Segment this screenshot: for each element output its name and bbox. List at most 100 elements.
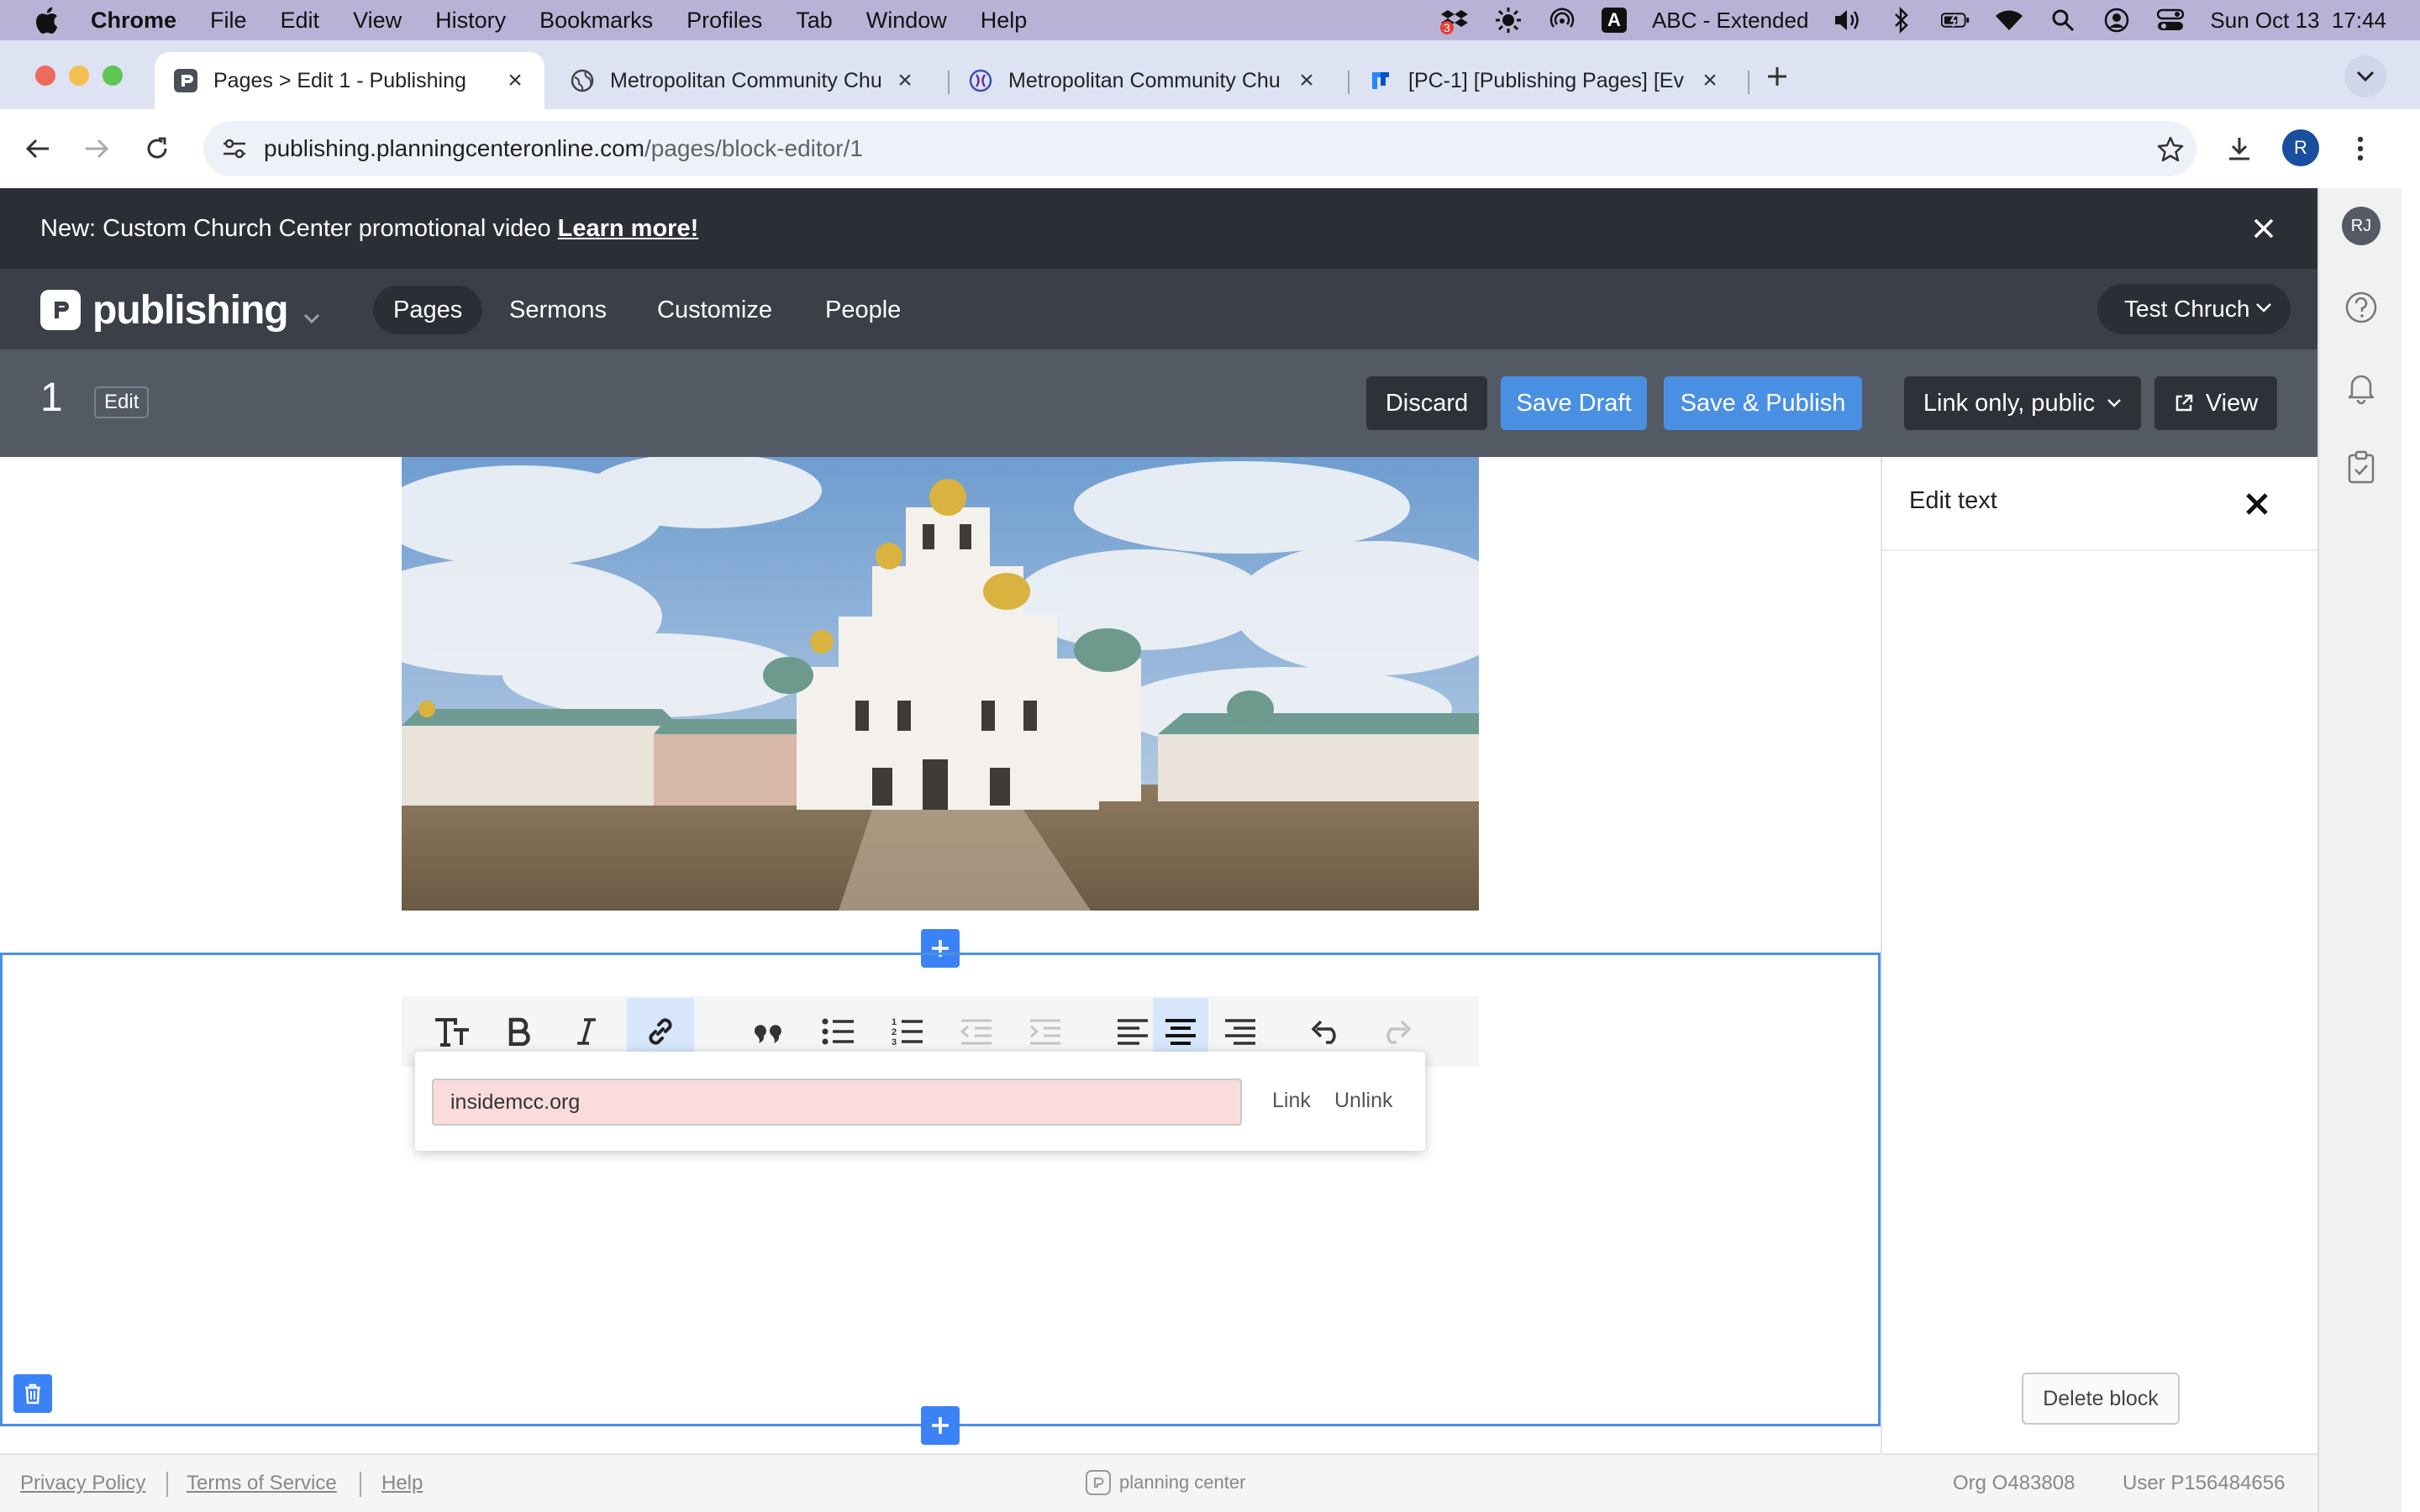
- window-zoom-button[interactable]: [103, 66, 123, 86]
- nav-tab-pages[interactable]: Pages: [373, 286, 483, 334]
- notifications-bell-icon[interactable]: [2343, 370, 2380, 407]
- view-page-button[interactable]: View: [2154, 376, 2277, 430]
- wifi-icon[interactable]: [1995, 6, 2023, 34]
- announcement-banner: New: Custom Church Center promotional vi…: [0, 188, 2317, 269]
- planning-center-wordmark: planning center: [1119, 1472, 1246, 1493]
- visibility-chevron-down-icon: [2107, 399, 2121, 407]
- tab-title: Metropolitan Community Chu: [1008, 68, 1281, 92]
- apple-icon[interactable]: [34, 6, 62, 34]
- control-center-icon[interactable]: [2156, 6, 2185, 34]
- browser-toolbar: publishing.planningcenteronline.com/page…: [0, 109, 2420, 188]
- terms-of-service-link[interactable]: Terms of Service: [187, 1472, 337, 1495]
- menu-tab[interactable]: Tab: [796, 8, 833, 34]
- input-source-badge[interactable]: A: [1601, 8, 1627, 33]
- publishing-favicon-icon: [173, 68, 198, 93]
- panel-header: Edit text: [1882, 457, 2317, 551]
- nav-tab-sermons[interactable]: Sermons: [489, 286, 627, 334]
- menu-file[interactable]: File: [210, 8, 247, 34]
- user-account-icon[interactable]: [2102, 6, 2131, 34]
- url-host: publishing.planningcenteronline.com: [264, 135, 644, 161]
- page-action-bar: 1 Edit Discard Save Draft Save & Publish…: [0, 349, 2317, 457]
- sun-icon[interactable]: [1494, 6, 1523, 34]
- page-title: 1: [40, 375, 63, 420]
- external-link-icon: [2175, 394, 2193, 412]
- privacy-policy-link[interactable]: Privacy Policy: [20, 1472, 145, 1495]
- site-settings-icon[interactable]: [215, 129, 254, 168]
- save-draft-button[interactable]: Save Draft: [1501, 376, 1647, 430]
- announcement-learn-more-link[interactable]: Learn more!: [558, 215, 699, 243]
- new-tab-plus-icon[interactable]: [1758, 57, 1797, 96]
- tab-close-icon[interactable]: ×: [1699, 68, 1721, 93]
- panel-close-icon[interactable]: [2242, 489, 2272, 519]
- planning-center-mark-icon: [1086, 1470, 1111, 1495]
- menu-bookmarks[interactable]: Bookmarks: [539, 8, 653, 34]
- product-switcher[interactable]: publishing: [40, 287, 320, 333]
- product-chevron-down-icon: [303, 287, 320, 333]
- apply-link-button[interactable]: Link: [1272, 1089, 1311, 1113]
- add-block-button-bottom[interactable]: [921, 1406, 960, 1445]
- tab-close-icon[interactable]: ×: [894, 68, 916, 93]
- menu-help[interactable]: Help: [981, 8, 1028, 34]
- menu-edit[interactable]: Edit: [281, 8, 320, 34]
- menu-profiles[interactable]: Profiles: [687, 8, 762, 34]
- menu-history[interactable]: History: [435, 8, 506, 34]
- browser-tab-mcc-1[interactable]: Metropolitan Community Chu ×: [551, 52, 934, 109]
- tab-close-icon[interactable]: ×: [1296, 68, 1318, 93]
- back-arrow-icon[interactable]: [18, 129, 57, 168]
- footer-separator: [360, 1472, 361, 1497]
- menu-app-name[interactable]: Chrome: [91, 8, 176, 34]
- user-avatar[interactable]: RJ: [2342, 207, 2381, 245]
- delete-block-button[interactable]: Delete block: [2022, 1373, 2180, 1425]
- nav-tab-people[interactable]: People: [805, 286, 921, 334]
- block-editor-canvas: 123 Link Unlink: [0, 457, 1881, 1453]
- discard-button[interactable]: Discard: [1366, 376, 1487, 430]
- window-minimize-button[interactable]: [69, 66, 89, 86]
- url-text[interactable]: publishing.planningcenteronline.com/page…: [264, 135, 863, 162]
- tab-search-chevron-down-icon[interactable]: [2344, 55, 2386, 97]
- browser-menu-kebab-icon[interactable]: [2341, 129, 2380, 168]
- visibility-label: Link only, public: [1923, 389, 2096, 417]
- footer-separator: [166, 1472, 168, 1497]
- browser-tab-mcc-2[interactable]: Metropolitan Community Chu ×: [950, 52, 1336, 109]
- reload-icon[interactable]: [138, 129, 176, 168]
- app-navigation: publishing Pages Sermons Customize Peopl…: [0, 269, 2317, 349]
- window-close-button[interactable]: [35, 66, 55, 86]
- input-source-label[interactable]: ABC - Extended: [1652, 8, 1808, 34]
- announcement-close-icon[interactable]: [2247, 212, 2281, 245]
- jira-favicon-icon: [1368, 68, 1393, 93]
- menu-view[interactable]: View: [353, 8, 402, 34]
- globe-favicon-icon: [570, 68, 595, 93]
- dropbox-icon[interactable]: 3: [1439, 6, 1469, 34]
- bluetooth-icon[interactable]: [1887, 6, 1916, 34]
- nav-tab-customize[interactable]: Customize: [637, 286, 792, 334]
- help-icon[interactable]: [2343, 289, 2380, 326]
- browser-tab-jira[interactable]: [PC-1] [Publishing Pages] [Ev ×: [1349, 52, 1739, 109]
- menu-window[interactable]: Window: [866, 8, 947, 34]
- downloads-icon[interactable]: [2220, 129, 2259, 168]
- svg-text:2: 2: [892, 1027, 897, 1037]
- unlink-button[interactable]: Unlink: [1334, 1089, 1392, 1113]
- organization-select[interactable]: Test Chruch: [2097, 284, 2291, 334]
- browser-profile-avatar[interactable]: R: [2282, 129, 2319, 166]
- hero-image-cathedral[interactable]: [402, 457, 1479, 911]
- link-url-input[interactable]: [432, 1079, 1242, 1126]
- help-link[interactable]: Help: [381, 1472, 423, 1495]
- svg-text:3: 3: [892, 1037, 897, 1047]
- organization-name: Test Chruch: [2124, 296, 2250, 322]
- bookmark-star-icon[interactable]: [2151, 129, 2190, 168]
- delete-block-trash-icon[interactable]: [13, 1374, 52, 1413]
- address-bar[interactable]: publishing.planningcenteronline.com/page…: [203, 121, 2196, 176]
- battery-icon[interactable]: [1941, 6, 1970, 34]
- visibility-select[interactable]: Link only, public: [1904, 376, 2141, 430]
- airdrop-icon[interactable]: [1548, 6, 1576, 34]
- tasks-clipboard-icon[interactable]: [2343, 449, 2380, 486]
- save-and-publish-button[interactable]: Save & Publish: [1664, 376, 1862, 430]
- panel-title: Edit text: [1909, 487, 1997, 514]
- spotlight-search-icon[interactable]: [2049, 6, 2077, 34]
- volume-icon[interactable]: [1833, 6, 1862, 34]
- menubar-clock[interactable]: Sun Oct 13 17:44: [2210, 8, 2386, 34]
- forward-arrow-icon[interactable]: [77, 129, 116, 168]
- tab-close-icon[interactable]: ×: [504, 68, 526, 93]
- browser-tab-publishing[interactable]: Pages > Edit 1 - Publishing ×: [155, 52, 544, 109]
- edit-title-button[interactable]: Edit: [94, 386, 150, 418]
